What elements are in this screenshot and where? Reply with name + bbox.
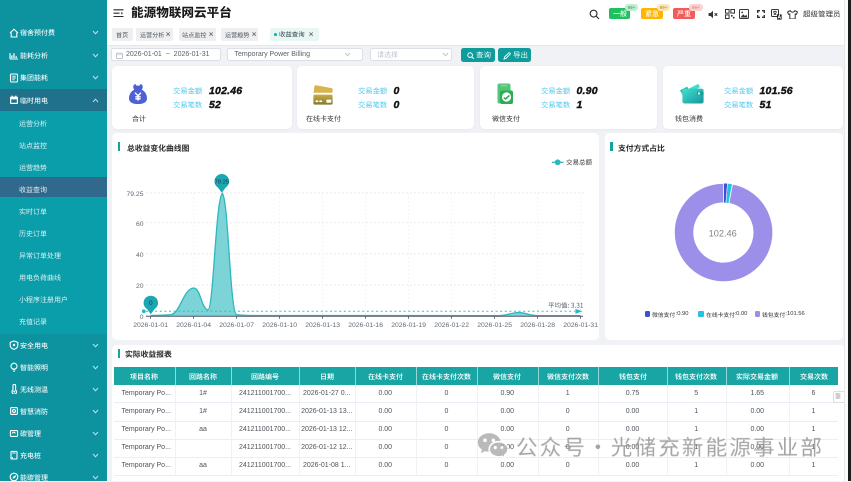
svg-text:20: 20 [136, 283, 144, 290]
svg-text:2026-01-19: 2026-01-19 [391, 322, 426, 329]
svg-text:0: 0 [149, 300, 153, 307]
svg-text:2026-01-22: 2026-01-22 [434, 322, 469, 329]
svg-text:2026-01-16: 2026-01-16 [348, 322, 383, 329]
svg-text:102.46: 102.46 [708, 229, 736, 239]
svg-text:60: 60 [136, 221, 144, 228]
svg-text:2026-01-13: 2026-01-13 [305, 322, 340, 329]
svg-text:40: 40 [136, 252, 144, 259]
svg-text:2026-01-10: 2026-01-10 [262, 322, 297, 329]
svg-text:2026-01-31: 2026-01-31 [563, 322, 598, 329]
svg-text:0: 0 [140, 314, 144, 321]
svg-text:2026-01-04: 2026-01-04 [176, 322, 211, 329]
svg-text:79.25: 79.25 [126, 191, 143, 198]
svg-text:2026-01-01: 2026-01-01 [133, 322, 168, 329]
svg-text:79.25: 79.25 [215, 179, 230, 185]
svg-text:2026-01-07: 2026-01-07 [219, 322, 254, 329]
svg-text:2026-01-25: 2026-01-25 [477, 322, 512, 329]
svg-text:2026-01-28: 2026-01-28 [520, 322, 555, 329]
